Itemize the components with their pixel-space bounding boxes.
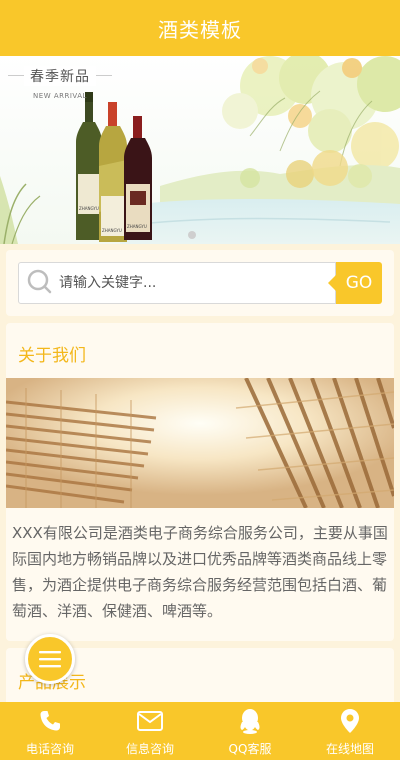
about-section: 关于我们 XXX有限公司是酒类电子商务综合服务公司，主要从事国际国内地方畅销品牌… bbox=[6, 323, 394, 641]
menu-icon bbox=[39, 651, 61, 668]
map-pin-icon bbox=[337, 708, 363, 734]
bottle-label-1: ZHANGYU bbox=[79, 206, 99, 211]
nav-message[interactable]: 信息咨询 bbox=[100, 702, 200, 760]
search-input[interactable] bbox=[59, 275, 329, 291]
nav-map[interactable]: 在线地图 bbox=[300, 702, 400, 760]
menu-button[interactable] bbox=[25, 634, 75, 684]
about-description: XXX有限公司是酒类电子商务综合服务公司，主要从事国际国内地方畅销品牌以及进口优… bbox=[12, 524, 388, 620]
bottle-label-2: ZHANGYU bbox=[102, 228, 122, 233]
nav-phone-label: 电话咨询 bbox=[25, 742, 74, 756]
nav-qq[interactable]: QQ客服 bbox=[200, 702, 300, 760]
search-section: GO bbox=[6, 250, 394, 316]
nav-map-label: 在线地图 bbox=[325, 742, 374, 756]
search-icon bbox=[27, 269, 52, 294]
page-title: 酒类模板 bbox=[158, 17, 242, 42]
bottom-nav: 电话咨询 信息咨询 QQ客服 在线地图 bbox=[0, 702, 400, 760]
nav-qq-label: QQ客服 bbox=[228, 742, 272, 756]
nav-phone[interactable]: 电话咨询 bbox=[0, 702, 100, 760]
search-box bbox=[18, 262, 336, 304]
about-image bbox=[6, 378, 394, 508]
app-header: 酒类模板 bbox=[0, 0, 400, 56]
mail-icon bbox=[137, 708, 163, 734]
qq-icon bbox=[237, 708, 263, 734]
nav-message-label: 信息咨询 bbox=[125, 742, 174, 756]
about-title: 关于我们 bbox=[18, 346, 86, 366]
bottle-label-3: ZHANGYU bbox=[127, 224, 147, 229]
phone-icon bbox=[37, 708, 63, 734]
banner-carousel[interactable]: ZHANGYU ZHANGYU ZHANGYU 春季新品 NEW ARRIVAL bbox=[0, 56, 400, 244]
banner-caption-subtitle: NEW ARRIVAL bbox=[33, 92, 87, 100]
carousel-dot[interactable] bbox=[188, 231, 196, 239]
carousel-dots bbox=[188, 231, 196, 239]
banner-caption: 春季新品 NEW ARRIVAL bbox=[8, 66, 112, 104]
search-go-button[interactable]: GO bbox=[328, 262, 382, 304]
banner-caption-title: 春季新品 bbox=[24, 66, 96, 86]
